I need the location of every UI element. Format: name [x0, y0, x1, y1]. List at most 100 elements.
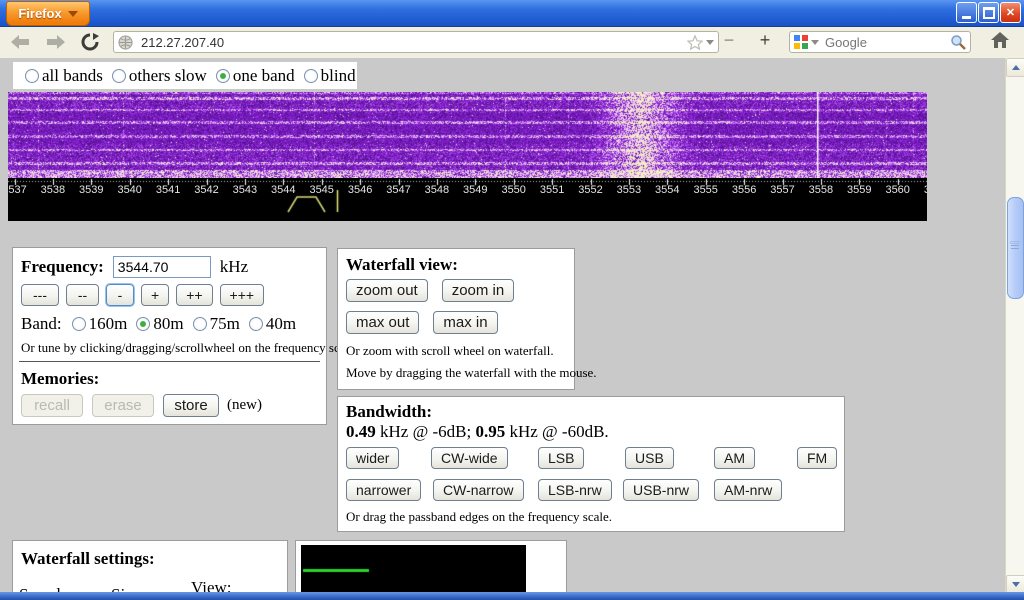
frequency-label: Frequency: [21, 257, 104, 276]
close-button[interactable]: ✕ [1000, 2, 1021, 23]
radio-others-slow-label: others slow [129, 66, 207, 86]
firefox-menu-button[interactable]: Firefox [6, 1, 90, 26]
bandwidth-wider-button[interactable]: wider [346, 447, 399, 469]
bandwidth-cw-wide-button[interactable]: CW-wide [431, 447, 508, 469]
smeter-panel [295, 540, 567, 600]
url-dropdown-icon[interactable] [706, 40, 714, 45]
radio-all-bands-label: all bands [42, 66, 103, 86]
radio-all-bands[interactable] [25, 69, 39, 83]
scale-tick-label: 3540 [117, 184, 141, 196]
search-input[interactable] [823, 34, 950, 51]
firefox-menu-label: Firefox [18, 6, 61, 21]
frequency-panel: Frequency: kHz --- -- - + ++ +++ Band: 1… [12, 247, 327, 425]
step-down-2-button[interactable]: -- [66, 284, 99, 306]
bandwidth-am-button[interactable]: AM [714, 447, 755, 469]
zoom-out-button[interactable]: zoom out [346, 279, 428, 302]
scale-tick-label: 3545 [309, 184, 333, 196]
max-out-button[interactable]: max out [346, 311, 419, 334]
forward-button[interactable] [44, 32, 68, 52]
browser-window: Firefox ✕ − + [0, 0, 1024, 600]
waterfall-view-hint2: Move by dragging the waterfall with the … [346, 365, 597, 381]
waterfall-settings-title: Waterfall settings: [21, 549, 155, 569]
memories-store-button[interactable]: store [163, 394, 219, 417]
bandwidth-narrower-button[interactable]: narrower [346, 479, 421, 501]
max-in-button[interactable]: max in [433, 311, 497, 334]
vertical-scrollbar[interactable] [1005, 58, 1024, 592]
url-input[interactable] [139, 34, 687, 51]
scale-tick-label: 3542 [194, 184, 218, 196]
bandwidth-usb-nrw-button[interactable]: USB-nrw [623, 479, 699, 501]
memories-recall-button[interactable]: recall [21, 394, 83, 417]
minimize-button[interactable] [956, 2, 977, 23]
bandwidth-usb-button[interactable]: USB [625, 447, 674, 469]
address-bar[interactable] [113, 31, 719, 53]
titlebar: Firefox ✕ [0, 0, 1024, 27]
waterfall-view-title: Waterfall view: [346, 255, 458, 275]
radio-blind-label: blind [321, 66, 356, 86]
scale-tick-label: 3554 [655, 184, 679, 196]
step-down-1-button[interactable]: - [106, 284, 134, 306]
zoom-in-button[interactable]: zoom in [442, 279, 515, 302]
scale-tick-label: 3552 [578, 184, 602, 196]
bandwidth-panel: Bandwidth: 0.49 kHz @ -6dB; 0.95 kHz @ -… [337, 396, 845, 532]
step-down-3-button[interactable]: --- [21, 284, 59, 306]
frequency-input[interactable] [113, 256, 211, 278]
scroll-up-button[interactable] [1006, 58, 1024, 77]
scale-tick-label: 3551 [540, 184, 564, 196]
bandwidth-6db-text: kHz @ -6dB; [376, 422, 476, 441]
band-40m-label: 40m [266, 314, 296, 334]
bandwidth-lsb-nrw-button[interactable]: LSB-nrw [538, 479, 612, 501]
navigation-toolbar: − + [0, 27, 1024, 59]
radio-band-80m[interactable] [136, 317, 150, 331]
bandwidth-cw-narrow-button[interactable]: CW-narrow [433, 479, 524, 501]
scale-tick-label: 3547 [386, 184, 410, 196]
radio-one-band-label: one band [233, 66, 295, 86]
band-80m-label: 80m [153, 314, 183, 334]
scale-tick-label: 3553 [617, 184, 641, 196]
step-up-3-button[interactable]: +++ [220, 284, 265, 306]
scroll-down-icon [1012, 582, 1020, 587]
memories-erase-button[interactable]: erase [92, 394, 154, 417]
search-box[interactable] [789, 31, 971, 53]
chevron-down-icon [68, 11, 78, 17]
radio-others-slow[interactable] [112, 69, 126, 83]
divider [19, 361, 320, 362]
search-magnifier-icon[interactable] [950, 34, 966, 50]
scale-tick-label: 3561 [924, 184, 927, 196]
search-engine-dropdown-icon[interactable] [811, 40, 819, 45]
step-up-2-button[interactable]: ++ [176, 284, 212, 306]
memories-note: (new) [227, 397, 262, 414]
scrollbar-thumb[interactable] [1007, 197, 1024, 299]
scale-tick-label: 3557 [770, 184, 794, 196]
waterfall-display[interactable] [8, 92, 927, 178]
scale-tick-label: 3550 [501, 184, 525, 196]
bandwidth-lsb-button[interactable]: LSB [538, 447, 584, 469]
forward-arrow-icon [45, 34, 67, 50]
bandwidth-am-nrw-button[interactable]: AM-nrw [714, 479, 782, 501]
tuning-hint: Or tune by clicking/dragging/scrollwheel… [21, 340, 358, 356]
bandwidth-6db-value: 0.49 [346, 422, 376, 441]
waterfall-settings-panel: Waterfall settings: Speed: Size: View: [12, 540, 288, 600]
bandwidth-fm-button[interactable]: FM [797, 447, 837, 469]
reload-button[interactable] [78, 32, 102, 52]
bookmark-star-icon[interactable] [687, 35, 703, 50]
home-button[interactable] [990, 31, 1010, 49]
frequency-scale[interactable]: 3537353835393540354135423543354435453546… [8, 178, 927, 221]
zoom-out-page-button[interactable]: − [716, 30, 742, 52]
back-arrow-icon [9, 34, 31, 50]
waterfall-view-panel: Waterfall view: zoom out zoom in max out… [337, 248, 575, 390]
google-logo-icon [794, 35, 808, 49]
radio-one-band[interactable] [216, 69, 230, 83]
back-button[interactable] [8, 32, 32, 52]
restore-button[interactable] [978, 2, 999, 23]
close-icon: ✕ [1006, 6, 1015, 19]
step-up-1-button[interactable]: + [141, 284, 169, 306]
scale-tick-label: 3556 [732, 184, 756, 196]
window-bottom-border [0, 592, 1024, 600]
radio-blind[interactable] [304, 69, 318, 83]
scale-tick-label: 3543 [233, 184, 257, 196]
radio-band-75m[interactable] [193, 317, 207, 331]
radio-band-160m[interactable] [72, 317, 86, 331]
zoom-in-page-button[interactable]: + [752, 30, 778, 52]
radio-band-40m[interactable] [249, 317, 263, 331]
